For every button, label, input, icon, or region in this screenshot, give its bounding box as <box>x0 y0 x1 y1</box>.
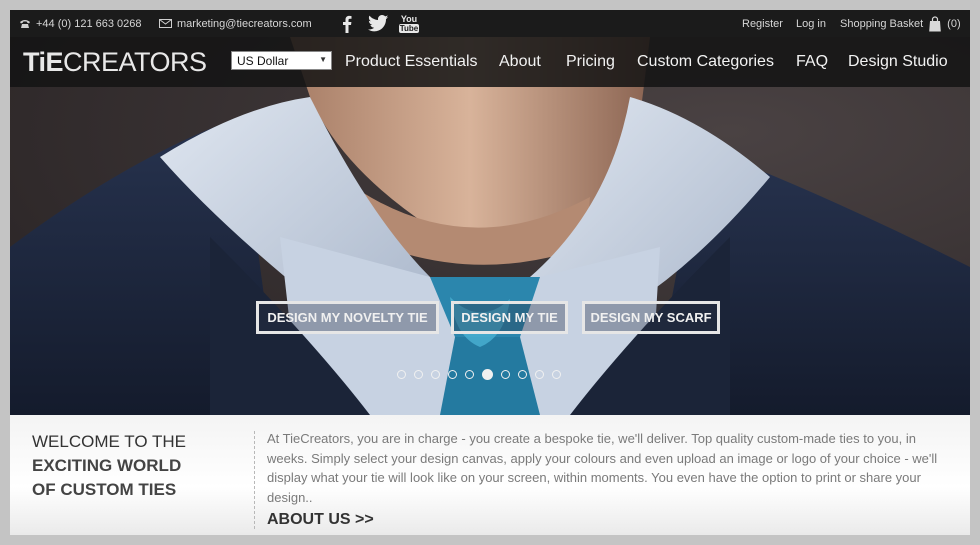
hero-slider: DESIGN MY NOVELTY TIE DESIGN MY TIE DESI… <box>10 37 970 415</box>
phone-contact: +44 (0) 121 663 0268 <box>19 10 142 37</box>
slider-dot[interactable] <box>465 370 474 379</box>
slider-dot[interactable] <box>501 370 510 379</box>
youtube-icon[interactable]: You Tube <box>398 12 420 35</box>
about-us-link[interactable]: ABOUT US >> <box>267 511 374 529</box>
youtube-text-bottom: Tube <box>398 23 420 33</box>
hero-image-man-in-suit <box>10 37 970 415</box>
main-navbar: TiE CREATORS US Dollar ▼ Product Essentia… <box>10 37 970 87</box>
slider-dot[interactable] <box>397 370 406 379</box>
twitter-icon[interactable] <box>367 12 389 35</box>
chevron-down-icon: ▼ <box>319 55 327 64</box>
youtube-text-top: You <box>400 13 418 24</box>
basket-label: Shopping Basket <box>840 17 924 30</box>
welcome-line-1: WELCOME TO THE <box>32 432 186 451</box>
slider-dot[interactable] <box>431 370 440 379</box>
logo-tie-mark: TiE <box>23 46 64 77</box>
currency-select[interactable]: US Dollar ▼ <box>231 51 332 70</box>
slider-dot[interactable] <box>482 369 493 380</box>
slider-dot[interactable] <box>448 370 457 379</box>
design-my-tie-button[interactable]: DESIGN MY TIE <box>451 301 568 334</box>
nav-pricing[interactable]: Pricing <box>566 50 615 74</box>
register-link[interactable]: Register <box>742 18 783 30</box>
welcome-heading: WELCOME TO THE EXCITING WORLD OF CUSTOM … <box>32 430 242 502</box>
logo-wordmark: CREATORS <box>63 46 207 77</box>
phone-number: +44 (0) 121 663 0268 <box>36 17 142 30</box>
nav-about[interactable]: About <box>499 50 541 74</box>
nav-faq[interactable]: FAQ <box>796 50 828 74</box>
slider-dot[interactable] <box>535 370 544 379</box>
welcome-line-2: EXCITING WORLD <box>32 456 182 475</box>
mail-icon <box>159 19 172 28</box>
dashed-divider <box>254 431 255 529</box>
shopping-basket[interactable]: Shopping Basket (0) <box>840 10 961 37</box>
nav-product-essentials[interactable]: Product Essentials <box>345 50 478 74</box>
top-contact-bar: +44 (0) 121 663 0268 marketing@tiecreato… <box>10 10 970 37</box>
slider-dot[interactable] <box>518 370 527 379</box>
register-link-wrap: Register <box>742 10 783 37</box>
welcome-line-3: OF CUSTOM TIES <box>32 480 177 499</box>
basket-count: (0) <box>947 17 961 30</box>
phone-icon <box>19 19 31 29</box>
welcome-section: WELCOME TO THE EXCITING WORLD OF CUSTOM … <box>10 415 970 535</box>
slider-pagination <box>397 369 561 380</box>
currency-value: US Dollar <box>237 53 289 68</box>
email-contact[interactable]: marketing@tiecreators.com <box>159 10 312 37</box>
welcome-body-text: At TieCreators, you are in charge - you … <box>267 431 938 505</box>
facebook-icon[interactable] <box>340 12 354 35</box>
slider-dot[interactable] <box>552 370 561 379</box>
slider-dot[interactable] <box>414 370 423 379</box>
site-logo[interactable]: TiE CREATORS <box>23 47 207 77</box>
nav-design-studio[interactable]: Design Studio <box>848 50 948 74</box>
design-novelty-tie-button[interactable]: DESIGN MY NOVELTY TIE <box>256 301 439 334</box>
shopping-bag-icon <box>928 15 942 32</box>
login-link-wrap: Log in <box>796 10 826 37</box>
login-link[interactable]: Log in <box>796 18 826 30</box>
browser-page: +44 (0) 121 663 0268 marketing@tiecreato… <box>10 10 970 535</box>
email-link[interactable]: marketing@tiecreators.com <box>177 18 312 30</box>
nav-custom-categories[interactable]: Custom Categories <box>637 50 774 74</box>
design-my-scarf-button[interactable]: DESIGN MY SCARF <box>582 301 720 334</box>
